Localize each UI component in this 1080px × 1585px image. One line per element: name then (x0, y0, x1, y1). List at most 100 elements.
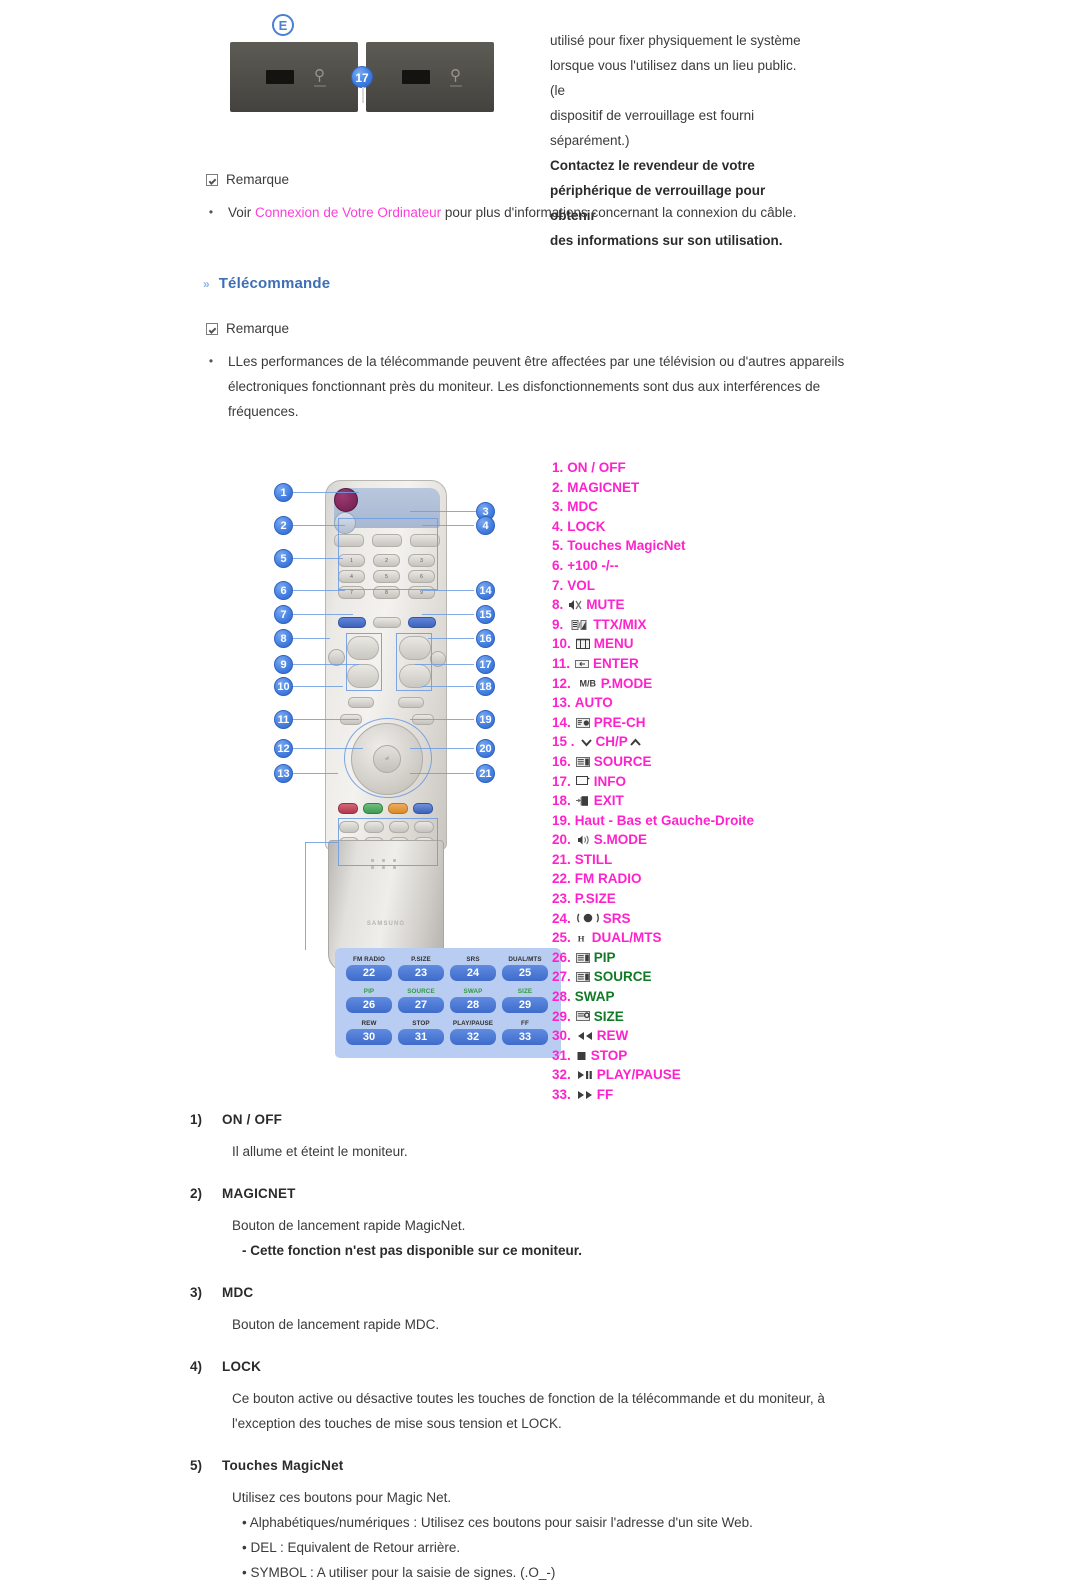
panel-cell-caption: PLAY/PAUSE (452, 1020, 494, 1027)
section-body: Bouton de lancement rapide MDC. (232, 1312, 830, 1337)
highlight-keypad-area (338, 518, 438, 590)
panel-cell-number: 29 (502, 997, 548, 1013)
kensington-lock-icon: ⚲ (314, 67, 326, 87)
legend-item-label: FM RADIO (574, 871, 642, 887)
legend-item-fm-radio: 22. FM RADIO (552, 869, 842, 889)
callout-15: 15 (476, 605, 495, 624)
callout-16: 16 (476, 629, 495, 648)
panel-cell-number: 32 (450, 1029, 496, 1045)
remote-legend-list: 1. ON / OFF 2. MAGICNET 3. MDC 4. LOCK 5. Touches… (552, 458, 842, 1105)
section-name: Touches MagicNet (222, 1458, 344, 1473)
source2-icon (575, 971, 591, 983)
callout-2: 2 (274, 516, 293, 535)
section-heading-magicnet: 2) MAGICNET (190, 1186, 830, 1201)
leader-2 (293, 525, 345, 526)
legend-item-label: MDC (567, 499, 599, 515)
callout-21: 21 (476, 764, 495, 783)
section-line: l'exception des touches de mise sous ten… (232, 1416, 562, 1431)
legend-item-stop: 31. STOP (552, 1046, 842, 1066)
callout-7: 7 (274, 605, 293, 624)
note-bullet-suffix: pour plus d'informations concernant la c… (441, 205, 797, 220)
legend-item-auto: 13. AUTO (552, 693, 842, 713)
section-line: Bouton de lancement rapide MDC. (232, 1317, 440, 1332)
section-heading-mdc: 3) MDC (190, 1285, 830, 1300)
mwb-icon: M/B (576, 677, 598, 689)
legend-item-label: MAGICNET (567, 479, 640, 495)
legend-item-number: 31. (552, 1047, 571, 1063)
legend-item-number: 28. (552, 989, 571, 1005)
callout-19: 19 (476, 710, 495, 729)
legend-item-swap: 28. SWAP (552, 987, 842, 1007)
chevron-down-icon (580, 737, 593, 748)
section-name: LOCK (222, 1359, 262, 1374)
legend-item-label: P.SIZE (574, 891, 616, 907)
section-heading-lock: 4) LOCK (190, 1359, 830, 1374)
panel-cell-number: 27 (398, 997, 444, 1013)
legend-item-number: 24. (552, 910, 571, 926)
leader-18 (422, 686, 474, 687)
section-line: - Cette fonction n'est pas disponible su… (242, 1243, 583, 1258)
section-number: 3) (190, 1285, 203, 1300)
srs-icon (576, 912, 600, 924)
legend-item-number: 18. (552, 793, 571, 809)
kensington-lock-icon: ⚲ (450, 67, 462, 87)
legend-item-number: 29. (552, 1008, 571, 1024)
info-button (398, 697, 424, 708)
legend-item-label: S.MODE (593, 832, 648, 848)
callout-18: 18 (476, 677, 495, 696)
legend-item-haut-bas-et-gauche-droite: 19. Haut - Bas et Gauche-Droite (552, 811, 842, 831)
legend-item-label: LOCK (567, 518, 606, 534)
leader-4 (422, 525, 474, 526)
leader-7 (293, 614, 353, 615)
panel-cell-caption: SWAP (463, 988, 483, 995)
note-line: électroniques fonctionnant près du monit… (228, 379, 821, 394)
note-block-remote: Remarque • LLes performances de la téléc… (206, 321, 846, 424)
leader-20 (410, 748, 474, 749)
legend-item-number: 30. (552, 1028, 571, 1044)
legend-item-number: 12. (552, 675, 571, 691)
green-button (363, 803, 383, 814)
panel-cell-number: 24 (450, 965, 496, 981)
remote-blue-row (338, 617, 436, 629)
legend-item-label: MUTE (586, 597, 625, 613)
panel-cell-22: FM RADIO 22 (345, 955, 393, 985)
callout-9: 9 (274, 655, 293, 674)
leader-11 (293, 719, 359, 720)
legend-item-label: SIZE (593, 1008, 624, 1024)
callout-badge-17: 17 (351, 66, 373, 103)
legend-item-magicnet: 2. MAGICNET (552, 478, 842, 498)
legend-item-number: 16. (552, 753, 571, 769)
legend-item-label: STOP (590, 1047, 628, 1063)
section-line: Il allume et éteint le moniteur. (232, 1144, 408, 1159)
port-text-line: utilisé pour fixer physiquement le systè… (550, 33, 801, 48)
note-block-top: Remarque • Voir Connexion de Votre Ordin… (206, 172, 846, 225)
legend-item-label: SRS (602, 910, 631, 926)
note-line: LLes performances de la télécommande peu… (228, 354, 845, 369)
panel-cell-number: 28 (450, 997, 496, 1013)
callout-5: 5 (274, 549, 293, 568)
section-name: MDC (222, 1285, 254, 1300)
legend-item-number: 7. (552, 577, 564, 593)
panel-cell-number: 30 (346, 1029, 392, 1045)
leader-14 (422, 590, 474, 591)
port-text-bold-line: des informations sur son utilisation. (550, 233, 783, 248)
legend-item-number: 3. (552, 499, 564, 515)
legend-item-pip: 26. PIP (552, 948, 842, 968)
legend-item-number: 26. (552, 949, 571, 965)
legend-item-label: SOURCE (593, 753, 652, 769)
panel-cell-25: DUAL/MTS 25 (501, 955, 549, 985)
leader-10 (293, 686, 343, 687)
legend-item-p-size: 23. P.SIZE (552, 889, 842, 909)
legend-item-s-mode: 20. S.MODE (552, 830, 842, 850)
panel-cell-caption: DUAL/MTS (508, 956, 542, 963)
legend-item-label: SOURCE (593, 969, 652, 985)
legend-item-lock: 4. LOCK (552, 517, 842, 537)
section-body: Bouton de lancement rapide MagicNet. - Ce… (232, 1213, 830, 1263)
pip-icon (575, 952, 591, 964)
panel-cell-24: SRS 24 (449, 955, 497, 985)
port-text-line: séparément.) (550, 133, 630, 148)
note-bullet-text: Voir Connexion de Votre Ordinateur pour … (228, 200, 796, 225)
connexion-ordinateur-link[interactable]: Connexion de Votre Ordinateur (255, 205, 441, 220)
panel-cell-number: 22 (346, 965, 392, 981)
port-photo: ⚲ ⚲ 17 (230, 42, 494, 112)
